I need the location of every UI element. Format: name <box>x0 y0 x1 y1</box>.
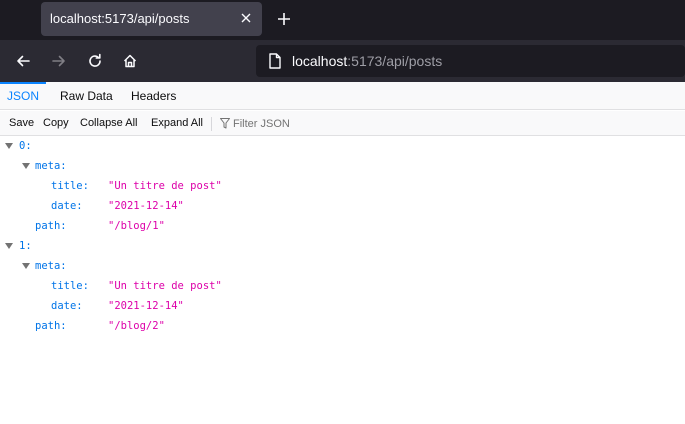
json-key: 0: <box>19 140 32 152</box>
expand-toggle-icon[interactable] <box>5 143 13 149</box>
json-viewer-tabs: JSON Raw Data Headers <box>0 82 685 110</box>
json-row-date: date: "2021-12-14" <box>0 297 685 315</box>
json-row-title: title: "Un titre de post" <box>0 277 685 295</box>
browser-tab-strip: localhost:5173/api/posts <box>0 0 685 40</box>
json-row-index-1[interactable]: 1: <box>0 237 685 255</box>
tab-raw-data[interactable]: Raw Data <box>60 82 113 109</box>
reload-icon[interactable] <box>87 53 103 69</box>
back-arrow-icon[interactable] <box>15 53 31 69</box>
json-key: title: <box>51 180 89 192</box>
tab-headers[interactable]: Headers <box>131 82 176 109</box>
browser-tab-title: localhost:5173/api/posts <box>50 11 190 26</box>
json-string-value: "2021-12-14" <box>108 300 184 312</box>
page-icon[interactable] <box>268 53 282 69</box>
json-string-value: "/blog/1" <box>108 220 165 232</box>
url-path: :5173/api/posts <box>347 53 443 69</box>
url-text: localhost:5173/api/posts <box>292 53 442 69</box>
expand-toggle-icon[interactable] <box>5 243 13 249</box>
json-row-index-0[interactable]: 0: <box>0 137 685 155</box>
json-string-value: "Un titre de post" <box>108 280 222 292</box>
close-tab-icon[interactable] <box>239 11 253 25</box>
json-row-date: date: "2021-12-14" <box>0 197 685 215</box>
expand-toggle-icon[interactable] <box>22 163 30 169</box>
navigation-bar: localhost:5173/api/posts <box>0 40 685 82</box>
json-key: meta: <box>35 260 67 272</box>
json-key: title: <box>51 280 89 292</box>
json-row-path: path: "/blog/1" <box>0 217 685 235</box>
json-string-value: "/blog/2" <box>108 320 165 332</box>
json-key: path: <box>35 220 67 232</box>
expand-toggle-icon[interactable] <box>22 263 30 269</box>
json-string-value: "Un titre de post" <box>108 180 222 192</box>
collapse-all-button[interactable]: Collapse All <box>80 117 137 129</box>
json-toolbar: Save Copy Collapse All Expand All <box>0 111 685 136</box>
json-key: date: <box>51 300 83 312</box>
copy-button[interactable]: Copy <box>43 117 69 129</box>
json-key: meta: <box>35 160 67 172</box>
json-key: date: <box>51 200 83 212</box>
json-row-meta[interactable]: meta: <box>0 257 685 275</box>
forward-arrow-icon[interactable] <box>51 53 67 69</box>
tab-json[interactable]: JSON <box>0 82 46 109</box>
browser-tab[interactable]: localhost:5173/api/posts <box>41 2 262 36</box>
new-tab-icon[interactable] <box>276 11 292 27</box>
json-string-value: "2021-12-14" <box>108 200 184 212</box>
home-icon[interactable] <box>122 53 138 69</box>
json-key: path: <box>35 320 67 332</box>
toolbar-divider <box>211 117 212 131</box>
address-bar[interactable]: localhost:5173/api/posts <box>256 45 685 77</box>
filter-json-input[interactable] <box>233 114 373 133</box>
save-button[interactable]: Save <box>9 117 34 129</box>
json-row-title: title: "Un titre de post" <box>0 177 685 195</box>
filter-icon <box>220 118 230 129</box>
json-key: 1: <box>19 240 32 252</box>
json-row-meta[interactable]: meta: <box>0 157 685 175</box>
expand-all-button[interactable]: Expand All <box>151 117 203 129</box>
url-host: localhost <box>292 53 348 69</box>
json-row-path: path: "/blog/2" <box>0 317 685 335</box>
